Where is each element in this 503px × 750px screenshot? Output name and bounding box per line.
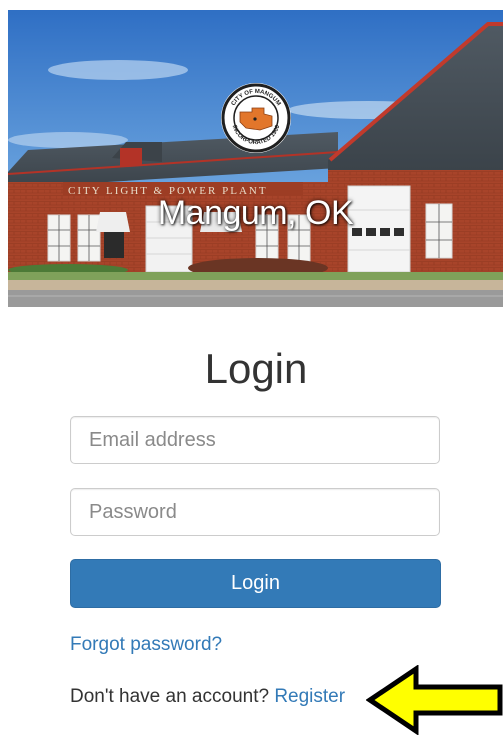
- hero-banner: CITY LIGHT & POWER PLANT CITY OF MANGUM …: [8, 10, 503, 307]
- password-input[interactable]: [70, 488, 440, 536]
- register-link[interactable]: Register: [274, 686, 345, 707]
- forgot-password-link[interactable]: Forgot password?: [70, 634, 222, 656]
- arrow-left-icon: [366, 665, 503, 735]
- hero-title: Mangum, OK: [157, 194, 354, 232]
- register-prompt-text: Don't have an account?: [70, 686, 270, 707]
- city-seal-logo: CITY OF MANGUM INCORPORATED 1900: [221, 83, 291, 153]
- login-button[interactable]: Login: [70, 559, 441, 608]
- login-title: Login: [204, 345, 308, 392]
- login-page: CITY LIGHT & POWER PLANT CITY OF MANGUM …: [0, 0, 503, 750]
- register-prompt-line: Don't have an account? Register: [70, 686, 345, 708]
- email-input[interactable]: [70, 416, 440, 464]
- hero-photo: CITY LIGHT & POWER PLANT: [8, 10, 503, 307]
